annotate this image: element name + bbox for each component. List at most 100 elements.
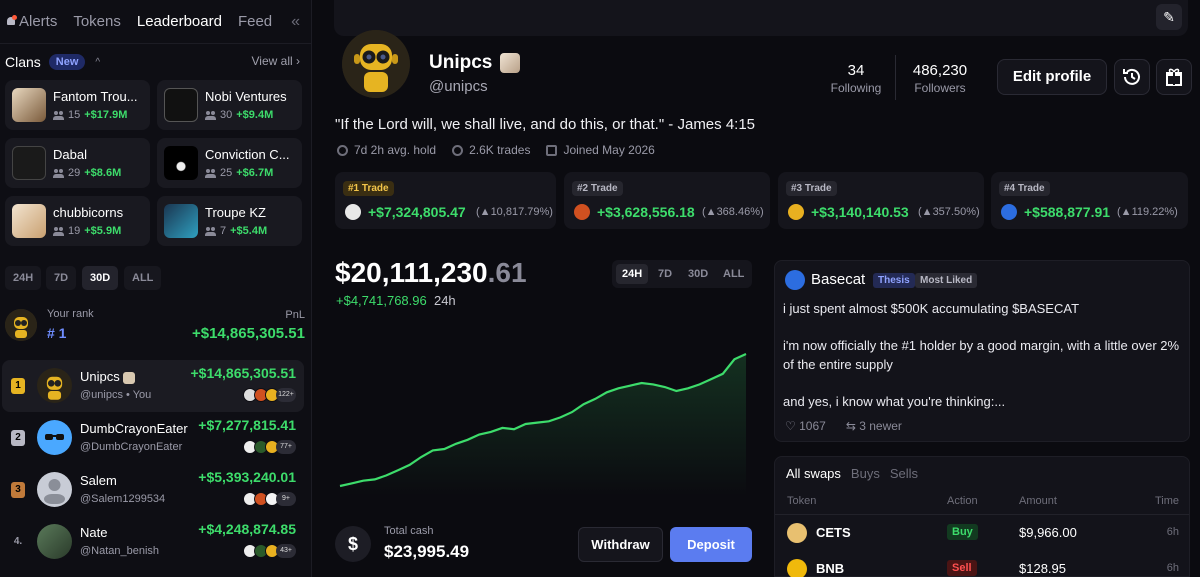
posts-icon: ⇆ bbox=[845, 419, 856, 433]
following-stat[interactable]: 34 Following bbox=[826, 62, 886, 95]
clan-card[interactable]: Dabal 29 +$8.6M bbox=[5, 138, 150, 188]
trade-amount: +$588,877.91 bbox=[1024, 204, 1111, 220]
swaps-tabs: All swaps Buys Sells bbox=[786, 466, 918, 481]
clan-meta: 15 +$17.9M bbox=[53, 109, 127, 121]
members-icon bbox=[53, 110, 64, 120]
deposit-button[interactable]: Deposit bbox=[670, 527, 752, 562]
timeframe-7d[interactable]: 7D bbox=[46, 266, 77, 290]
rank-number: 4. bbox=[13, 536, 23, 547]
tab-sells[interactable]: Sells bbox=[890, 466, 918, 481]
clan-pnl: +$6.7M bbox=[236, 167, 274, 179]
clan-card[interactable]: Fantom Trou... 15 +$17.9M bbox=[5, 80, 150, 130]
chart-timeframe-24h[interactable]: 24H bbox=[616, 264, 649, 284]
top-trade-card[interactable]: #3 Trade +$3,140,140.53 (▲357.50%) bbox=[778, 172, 984, 229]
gift-icon bbox=[1166, 68, 1182, 86]
history-button[interactable] bbox=[1114, 59, 1150, 95]
members-icon bbox=[53, 168, 64, 178]
post-body: i just spent almost $500K accumulating $… bbox=[783, 299, 1187, 429]
clan-members: 15 bbox=[68, 109, 81, 121]
trade-pct-value: 10,817.79% bbox=[490, 206, 550, 218]
more-tokens-badge: 43+ bbox=[276, 544, 296, 558]
avatar bbox=[37, 368, 72, 403]
robot-avatar-icon bbox=[5, 309, 37, 341]
change-period: 24h bbox=[433, 293, 456, 308]
leaderboard-row[interactable]: 2 DumbCrayonEater @DumbCrayonEater +$7,2… bbox=[2, 412, 304, 464]
timeframe-24h[interactable]: 24H bbox=[5, 266, 42, 290]
robot-avatar-icon bbox=[46, 376, 63, 400]
chart-timeframe-7d[interactable]: 7D bbox=[652, 264, 678, 284]
trade-count-text: 2.6K trades bbox=[469, 143, 531, 157]
tab-alerts[interactable]: Alerts bbox=[6, 13, 57, 30]
top-trade-card[interactable]: #1 Trade +$7,324,805.47 (▲10,817.79%) bbox=[335, 172, 556, 229]
timeframe-all[interactable]: ALL bbox=[124, 266, 162, 290]
avatar bbox=[37, 420, 72, 455]
edit-profile-button[interactable]: Edit profile bbox=[997, 59, 1107, 95]
clan-logo bbox=[164, 146, 198, 180]
chart-timeframe-all[interactable]: ALL bbox=[717, 264, 750, 284]
trader-name: Nate bbox=[80, 525, 108, 540]
default-user-avatar-icon bbox=[44, 479, 65, 504]
face-icon bbox=[123, 371, 136, 384]
your-rank-value: # 1 bbox=[47, 325, 67, 341]
more-tokens-badge: 77+ bbox=[276, 440, 296, 454]
tab-leaderboard[interactable]: Leaderboard bbox=[137, 13, 222, 30]
avatar bbox=[37, 524, 72, 559]
view-all-link[interactable]: View all › bbox=[252, 54, 300, 68]
tab-feed[interactable]: Feed bbox=[238, 13, 272, 30]
clan-card[interactable]: Troupe KZ 7 +$5.4M bbox=[157, 196, 302, 246]
clock-icon bbox=[337, 144, 348, 156]
trade-amount: +$3,628,556.18 bbox=[597, 204, 695, 220]
tab-label: Leaderboard bbox=[136, 13, 222, 30]
collapse-sidebar-icon[interactable]: « bbox=[291, 13, 300, 31]
clan-name: Conviction C... bbox=[205, 147, 290, 162]
edit-banner-button[interactable]: ✎ bbox=[1156, 4, 1182, 30]
top-trade-card[interactable]: #4 Trade +$588,877.91 (▲119.22%) bbox=[991, 172, 1188, 229]
chevron-up-icon[interactable]: ^ bbox=[95, 57, 100, 68]
bell-icon bbox=[6, 14, 17, 28]
tab-buys[interactable]: Buys bbox=[851, 466, 880, 481]
table-row[interactable]: CETS Buy $9,966.00 6h bbox=[775, 515, 1189, 551]
top-trade-card[interactable]: #2 Trade +$3,628,556.18 (▲368.46%) bbox=[564, 172, 770, 229]
timeframe-30d[interactable]: 30D bbox=[82, 266, 119, 290]
clan-name: Dabal bbox=[53, 147, 87, 162]
clan-card[interactable]: chubbicorns 19 +$5.9M bbox=[5, 196, 150, 246]
avatar bbox=[5, 309, 37, 341]
clans-title: Clans bbox=[5, 54, 41, 70]
tab-all-swaps[interactable]: All swaps bbox=[786, 466, 841, 481]
action-badge: Buy bbox=[947, 524, 978, 540]
rank-badge: 3 bbox=[11, 482, 25, 498]
like-button[interactable]: ♡ 1067 bbox=[785, 419, 826, 433]
profile-banner: ✎ bbox=[334, 0, 1188, 36]
table-row[interactable]: BNB Sell $128.95 6h bbox=[775, 551, 1189, 577]
clan-meta: 30 +$9.4M bbox=[205, 109, 273, 121]
trade-count: 2.6K trades bbox=[452, 143, 530, 157]
leaderboard-row[interactable]: 4. Nate @Natan_benish +$4,248,874.85 43+ bbox=[2, 516, 304, 568]
trade-rank-tag: #1 Trade bbox=[343, 181, 394, 196]
more-tokens-badge: 9+ bbox=[276, 492, 296, 506]
more-tokens-badge: 122+ bbox=[276, 388, 296, 402]
clan-name: Troupe KZ bbox=[205, 205, 266, 220]
tab-tokens[interactable]: Tokens bbox=[73, 13, 121, 30]
clan-card[interactable]: Nobi Ventures 30 +$9.4M bbox=[157, 80, 302, 130]
trade-rank-tag: #4 Trade bbox=[999, 181, 1050, 196]
clan-card[interactable]: Conviction C... 25 +$6.7M bbox=[157, 138, 302, 188]
followers-stat[interactable]: 486,230 Followers bbox=[905, 62, 975, 95]
trader-pnl: +$4,248,874.85 bbox=[198, 521, 296, 537]
post-paragraph: i just spent almost $500K accumulating $… bbox=[783, 301, 1080, 316]
thesis-badge: Thesis bbox=[873, 273, 915, 288]
view-all-label: View all bbox=[251, 54, 293, 68]
leaderboard-row[interactable]: 1 Unipcs @unipcs • You +$14,865,305.51 1… bbox=[2, 360, 304, 412]
leaderboard-row[interactable]: 3 Salem @Salem1299534 +$5,393,240.01 9+ bbox=[2, 464, 304, 516]
trader-pnl: +$7,277,815.41 bbox=[198, 417, 296, 433]
newer-posts-link[interactable]: ⇆ 3 newer bbox=[846, 419, 902, 433]
calendar-icon bbox=[546, 144, 558, 156]
pinned-post[interactable]: Basecat Thesis Most Liked i just spent a… bbox=[774, 260, 1190, 442]
change-amount: +$4,741,768.96 bbox=[336, 293, 427, 308]
gift-button[interactable] bbox=[1156, 59, 1192, 95]
post-author[interactable]: Basecat bbox=[811, 271, 865, 288]
trader-name: Unipcs bbox=[80, 369, 136, 384]
clan-logo bbox=[12, 204, 46, 238]
profile-avatar bbox=[342, 30, 410, 98]
withdraw-button[interactable]: Withdraw bbox=[578, 527, 663, 562]
chart-timeframe-30d[interactable]: 30D bbox=[682, 264, 714, 284]
